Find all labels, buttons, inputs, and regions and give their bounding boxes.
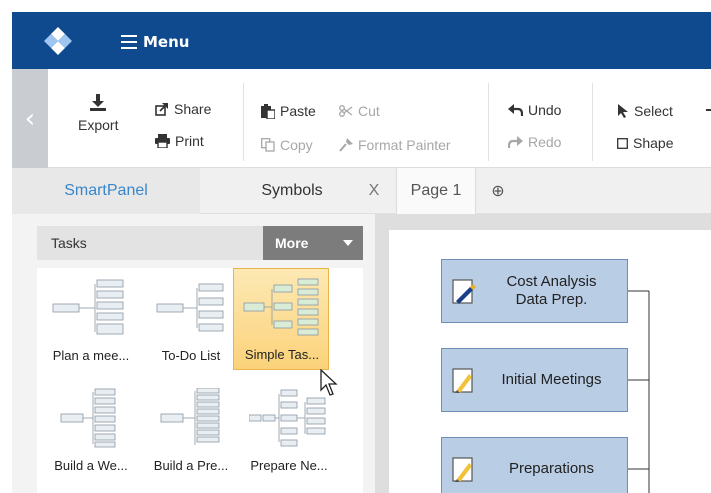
undo-label: Undo [528,102,562,118]
mindmap-thumbnail-icon [156,283,224,332]
tab-symbols[interactable]: Symbols [252,168,332,214]
template-grid: Plan a mee... To-Do List Simple Tas... B… [37,268,363,493]
close-symbols-icon[interactable]: X [364,168,384,214]
shape-text: Initial Meetings [501,371,602,388]
redo-label: Redo [528,134,562,150]
diagram-shape[interactable]: Preparations [441,437,628,493]
toolbar-divider [592,83,593,161]
copy-icon [261,138,275,152]
tab-page-1[interactable]: Page 1 [396,168,476,214]
toolbar-divider [488,83,489,161]
template-label: Prepare Ne... [250,458,328,473]
copy-button[interactable]: Copy [261,137,313,153]
brush-icon [339,138,353,152]
scissors-icon [339,105,353,117]
undo-button[interactable]: Undo [508,102,561,118]
template-item-selected[interactable]: Simple Tas... [233,268,329,370]
download-icon [90,94,107,111]
more-dropdown[interactable]: More [263,226,363,260]
template-label: Simple Tas... [244,347,320,362]
chevron-left-icon: ‹ [24,103,36,134]
category-bar: Tasks More [37,226,363,260]
mindmap-thumbnail-icon [243,278,319,336]
format-painter-label: Format Painter [358,137,451,153]
tab-smartpanel[interactable]: SmartPanel [12,168,200,214]
pencil-note-icon [452,457,473,482]
app-logo-icon[interactable] [43,26,73,56]
template-item[interactable]: Plan a mee... [43,270,139,372]
paste-icon [261,103,275,119]
template-item[interactable]: Build a We... [43,380,139,482]
mindmap-thumbnail-icon [160,388,220,445]
copy-label: Copy [280,137,313,153]
drawing-page[interactable]: Cost Analysis Data Prep. Initial Meetings… [389,230,711,493]
collapse-toolbar-button[interactable]: ‹ [12,69,48,168]
shape-label: Shape [633,135,674,151]
overflow-caret-icon[interactable] [706,109,711,111]
mindmap-thumbnail-icon [60,388,116,448]
diagram-shape[interactable]: Initial Meetings [441,348,628,412]
shape-tool-button[interactable]: Shape [617,135,673,151]
shape-text: Preparations [508,460,595,477]
category-label: Tasks [51,235,87,251]
share-button[interactable]: Share [155,101,211,117]
cut-button[interactable]: Cut [339,103,380,119]
menu-button[interactable]: Menu [121,31,189,53]
select-label: Select [634,103,673,119]
mindmap-thumbnail-icon [249,389,326,447]
diagram-shape[interactable]: Cost Analysis Data Prep. [441,259,628,323]
printer-icon [155,134,170,148]
paste-label: Paste [280,103,316,119]
mindmap-thumbnail-icon [52,279,124,335]
menu-label: Menu [143,33,190,51]
share-label: Share [174,101,212,117]
redo-icon [508,136,523,148]
print-label: Print [175,133,204,149]
hamburger-icon [121,35,137,49]
task-note-icon [452,279,476,304]
toolbar-divider [243,83,244,161]
connector-line [628,290,650,493]
canvas-area: Cost Analysis Data Prep. Initial Meetings… [375,214,711,493]
caret-down-icon [343,240,353,246]
shape-text: Cost Analysis Data Prep. [506,273,597,308]
panel-tabs: SmartPanel Symbols X Page 1 ⊕ [12,168,711,214]
template-item[interactable]: Build a Pre... [143,380,239,482]
app-frame: Menu ‹ Export Share Print Paste Cut Copy… [12,12,711,493]
select-tool-button[interactable]: Select [617,103,673,119]
format-painter-button[interactable]: Format Painter [339,137,451,153]
undo-icon [508,104,523,116]
pencil-note-icon [452,368,473,393]
template-label: Build a We... [54,458,128,473]
template-label: To-Do List [161,348,221,363]
export-label: Export [78,117,119,133]
ribbon-toolbar: ‹ Export Share Print Paste Cut Copy Form… [12,69,711,168]
add-page-icon[interactable]: ⊕ [480,168,516,214]
more-label: More [275,235,309,251]
template-label: Plan a mee... [52,348,130,363]
export-button[interactable]: Export [78,93,118,133]
redo-button[interactable]: Redo [508,134,561,150]
template-item[interactable]: To-Do List [143,270,239,372]
mouse-cursor-icon [320,369,338,396]
template-label: Build a Pre... [153,458,229,473]
share-icon [155,103,168,116]
cut-label: Cut [358,103,380,119]
pointer-icon [618,104,628,118]
smartpanel: Tasks More Plan a mee... To-Do List Simp… [12,214,375,493]
print-button[interactable]: Print [155,133,204,149]
paste-button[interactable]: Paste [261,103,316,119]
square-icon [617,137,628,149]
app-header: Menu [12,12,711,69]
